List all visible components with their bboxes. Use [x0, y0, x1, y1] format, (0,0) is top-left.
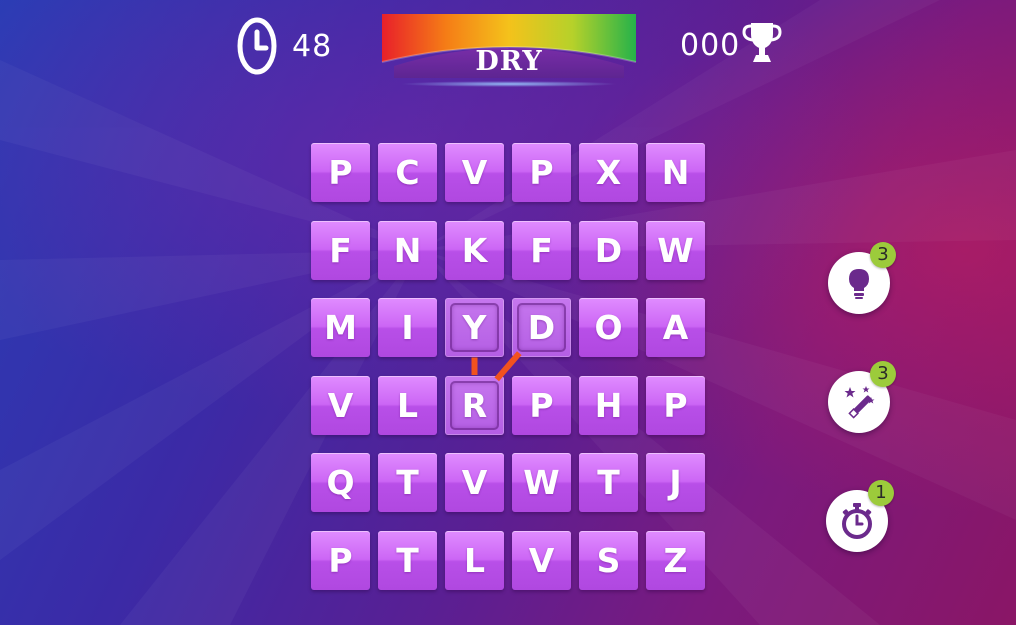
letter-tile-r4-c4[interactable]: P [512, 376, 571, 435]
letter-tile-r6-c1[interactable]: P [311, 531, 370, 590]
letter-tile-r5-c3[interactable]: V [445, 453, 504, 512]
letter-tile-r6-c3[interactable]: L [445, 531, 504, 590]
letter-tile-r5-c1[interactable]: Q [311, 453, 370, 512]
letter-tile-r3-c5[interactable]: O [579, 298, 638, 357]
letter-tile-r1-c4[interactable]: P [512, 143, 571, 202]
letter-grid: PCVPXNFNKFDWMIYDOAVLRPHPQTVWTJPTLVSZ [311, 143, 705, 593]
letter-tile-letter: A [662, 308, 689, 347]
letter-tile-letter: L [396, 386, 419, 425]
letter-tile-r6-c6[interactable]: Z [646, 531, 705, 590]
letter-tile-r2-c3[interactable]: K [445, 221, 504, 280]
letter-tile-letter: T [396, 463, 419, 502]
clock-icon [237, 17, 277, 75]
letter-tile-letter: P [328, 541, 353, 580]
letter-tile-r2-c6[interactable]: W [646, 221, 705, 280]
letter-tile-r2-c4[interactable]: F [512, 221, 571, 280]
letter-tile-r3-c3[interactable]: Y [445, 298, 504, 357]
letter-tile-letter: M [324, 308, 357, 347]
letter-tile-letter: V [461, 153, 488, 192]
letter-tile-letter: Z [663, 541, 688, 580]
letter-tile-letter: R [461, 386, 488, 425]
letter-tile-letter: Y [462, 308, 487, 347]
letter-tile-letter: C [395, 153, 420, 192]
letter-tile-letter: I [401, 308, 414, 347]
letter-tile-r2-c5[interactable]: D [579, 221, 638, 280]
letter-tile-r1-c2[interactable]: C [378, 143, 437, 202]
letter-tile-letter: W [523, 463, 560, 502]
letter-tile-letter: P [328, 153, 353, 192]
letter-tile-letter: S [596, 541, 621, 580]
score-value: 000 [680, 27, 741, 63]
magic-wand-button[interactable]: 3 [828, 361, 896, 433]
letter-tile-r6-c5[interactable]: S [579, 531, 638, 590]
magic-count-badge: 3 [870, 361, 896, 387]
letter-tile-letter: N [393, 231, 422, 270]
letter-tile-letter: V [461, 463, 488, 502]
word-meter: DRY [378, 8, 640, 92]
letter-tile-r1-c5[interactable]: X [579, 143, 638, 202]
letter-tile-r1-c3[interactable]: V [445, 143, 504, 202]
hint-count-badge: 3 [870, 242, 896, 268]
letter-tile-r6-c4[interactable]: V [512, 531, 571, 590]
letter-tile-letter: K [461, 231, 488, 270]
letter-tile-letter: O [594, 308, 623, 347]
letter-tile-r2-c2[interactable]: N [378, 221, 437, 280]
letter-tile-letter: N [661, 153, 690, 192]
letter-tile-r1-c6[interactable]: N [646, 143, 705, 202]
letter-tile-r2-c1[interactable]: F [311, 221, 370, 280]
stopwatch-icon [842, 503, 872, 539]
letter-tile-r1-c1[interactable]: P [311, 143, 370, 202]
current-word: DRY [475, 46, 543, 77]
letter-tile-r4-c1[interactable]: V [311, 376, 370, 435]
letter-tile-r3-c1[interactable]: M [311, 298, 370, 357]
letter-tile-letter: F [530, 231, 553, 270]
letter-tile-r3-c6[interactable]: A [646, 298, 705, 357]
timer-value: 48 [292, 28, 333, 64]
letter-tile-letter: V [327, 386, 354, 425]
selection-links [471, 351, 522, 382]
stopwatch-button[interactable]: 1 [826, 480, 894, 552]
letter-tile-r5-c4[interactable]: W [512, 453, 571, 512]
letter-tile-letter: P [529, 153, 554, 192]
letter-tile-letter: D [527, 308, 556, 347]
hint-button[interactable]: 3 [828, 242, 896, 314]
letter-tile-r4-c5[interactable]: H [579, 376, 638, 435]
letter-tile-r4-c6[interactable]: P [646, 376, 705, 435]
letter-tile-letter: H [594, 386, 623, 425]
letter-tile-letter: X [595, 153, 622, 192]
letter-tile-r5-c2[interactable]: T [378, 453, 437, 512]
letter-tile-letter: T [396, 541, 419, 580]
letter-tile-r5-c6[interactable]: J [646, 453, 705, 512]
letter-tile-letter: T [597, 463, 620, 502]
stopwatch-count-badge: 1 [868, 480, 894, 506]
letter-tile-letter: P [529, 386, 554, 425]
letter-tile-r6-c2[interactable]: T [378, 531, 437, 590]
letter-tile-letter: F [329, 231, 352, 270]
letter-tile-r4-c3[interactable]: R [445, 376, 504, 435]
letter-tile-r3-c4[interactable]: D [512, 298, 571, 357]
letter-tile-letter: J [669, 463, 682, 502]
trophy-icon [742, 23, 782, 62]
letter-tile-r3-c2[interactable]: I [378, 298, 437, 357]
magic-wand-icon [844, 386, 875, 419]
score: 000 [680, 12, 782, 72]
letter-tile-r5-c5[interactable]: T [579, 453, 638, 512]
letter-tile-r4-c2[interactable]: L [378, 376, 437, 435]
letter-tile-letter: V [528, 541, 555, 580]
letter-tile-letter: P [663, 386, 688, 425]
lightbulb-icon [849, 269, 869, 299]
timer: 48 [236, 14, 332, 78]
letter-tile-letter: Q [326, 463, 355, 502]
letter-tile-letter: W [657, 231, 694, 270]
letter-tile-letter: D [594, 231, 623, 270]
letter-tile-letter: L [463, 541, 486, 580]
